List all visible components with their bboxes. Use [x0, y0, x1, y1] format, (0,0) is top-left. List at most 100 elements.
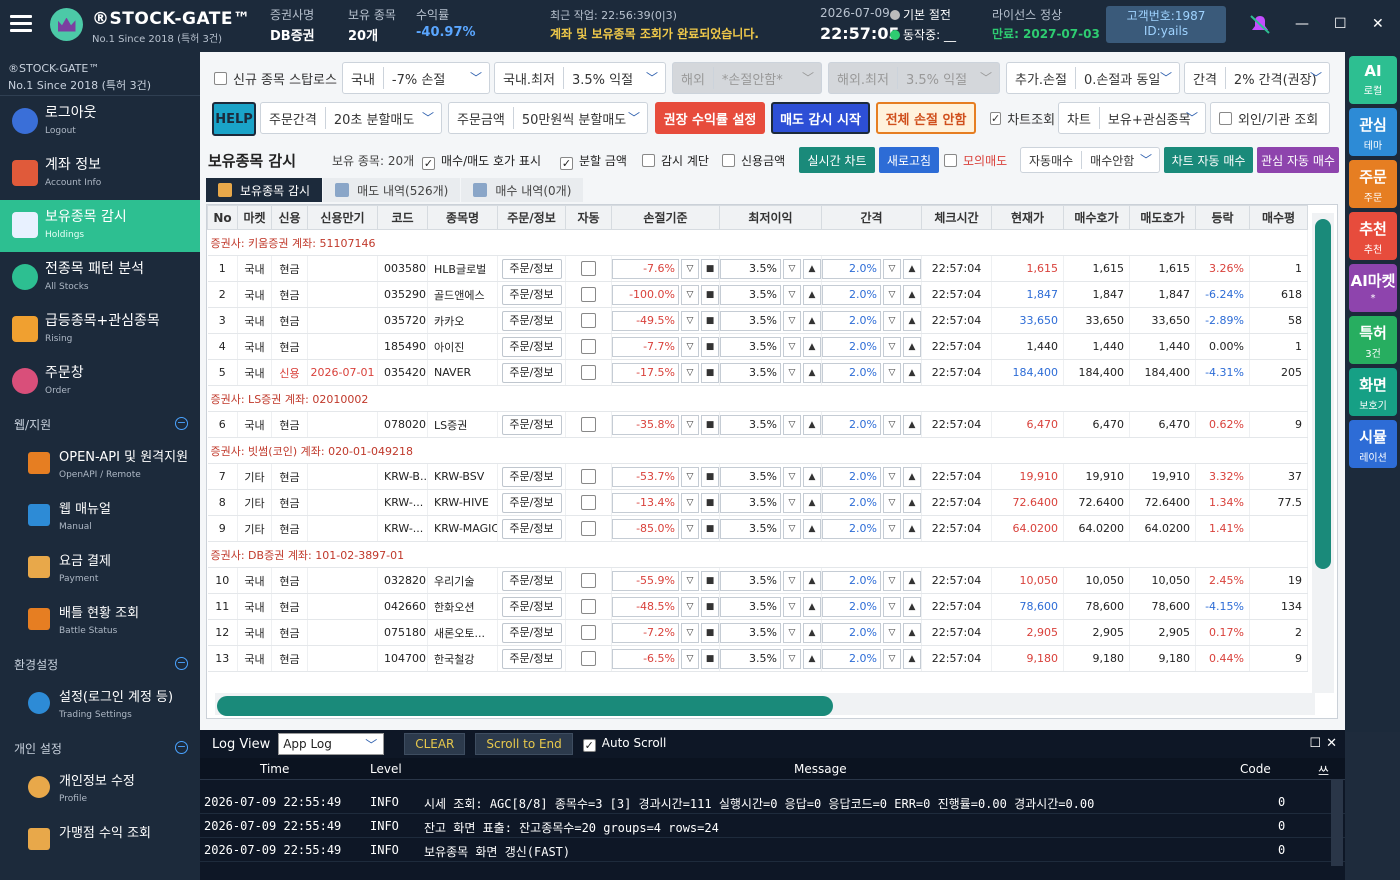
decrement-icon[interactable]: ▽	[783, 622, 801, 643]
column-header[interactable]: 마켓	[237, 205, 272, 230]
decrement-icon[interactable]: ▽	[883, 492, 901, 513]
scroll-thumb[interactable]	[217, 696, 833, 716]
decrement-icon[interactable]: ▽	[681, 284, 699, 305]
table-row[interactable]: 9 기타 현금 KRW-... KRW-MAGIC 주문/정보 -85.0% ▽ ■ 3.5% ▽ ▲…	[207, 515, 1308, 542]
stop-icon[interactable]: ■	[701, 336, 719, 357]
decrement-icon[interactable]: ▽	[883, 622, 901, 643]
table-row[interactable]: 10 국내 현금 032820 우리기술 주문/정보 -55.9% ▽ ■ 3.5% ▽ ▲ 2.0% ▽…	[207, 567, 1308, 594]
min-profit-input[interactable]: 3.5%	[720, 362, 781, 383]
tab-sell-history[interactable]: 매도 내역(526개)	[323, 178, 461, 202]
stop-loss-input[interactable]: -7.7%	[612, 336, 679, 357]
scroll-to-end-button[interactable]: Scroll to End	[475, 733, 573, 755]
table-row[interactable]: 1 국내 현금 003580 HLB글로벌 주문/정보 -7.6% ▽ ■ 3.5% ▽ ▲ 2.0% ▽…	[207, 255, 1308, 282]
auto-checkbox[interactable]	[581, 286, 596, 302]
stop-icon[interactable]: ■	[701, 284, 719, 305]
decrement-icon[interactable]: ▽	[883, 648, 901, 669]
auto-checkbox[interactable]	[581, 494, 596, 510]
auto-checkbox[interactable]	[581, 364, 596, 380]
increment-icon[interactable]: ▲	[903, 596, 921, 617]
log-scrollbar[interactable]	[1331, 780, 1343, 866]
gap-select[interactable]: 간격 2% 간격(권장) ﹀	[1184, 62, 1330, 94]
column-header[interactable]: 등락	[1195, 205, 1250, 230]
sidebar-item-affiliate[interactable]: 가맹점 수익 조회	[0, 816, 200, 868]
decrement-icon[interactable]: ▽	[883, 570, 901, 591]
min-profit-input[interactable]: 3.5%	[720, 284, 781, 305]
gap-input[interactable]: 2.0%	[822, 414, 881, 435]
gap-input[interactable]: 2.0%	[822, 284, 881, 305]
sidebar-item-account[interactable]: 계좌 정보 Account Info	[0, 148, 200, 200]
sidebar-item-battle[interactable]: 배틀 현황 조회 Battle Status	[0, 596, 200, 648]
stop-loss-input[interactable]: -55.9%	[612, 570, 679, 591]
domestic-min-select[interactable]: 국내.최저 3.5% 익절 ﹀	[494, 62, 666, 94]
overseas-min-select[interactable]: 해외.최저 3.5% 익절 ﹀	[828, 62, 1000, 94]
startup-stoploss-checkbox[interactable]: 신규 종목 스탑로스	[206, 62, 340, 94]
maximize-icon[interactable]: ☐	[1334, 16, 1347, 32]
stop-loss-input[interactable]: -35.8%	[612, 414, 679, 435]
increment-icon[interactable]: ▲	[803, 622, 821, 643]
auto-checkbox[interactable]	[581, 338, 596, 354]
decrement-icon[interactable]: ▽	[883, 518, 901, 539]
collapse-icon[interactable]: −	[175, 417, 188, 430]
increment-icon[interactable]: ▲	[803, 336, 821, 357]
order-info-button[interactable]: 주문/정보	[501, 258, 562, 279]
table-row[interactable]: 13 국내 현금 104700 한국철강 주문/정보 -6.5% ▽ ■ 3.5% ▽ ▲ 2.0% ▽ ▲…	[207, 645, 1308, 672]
decrement-icon[interactable]: ▽	[681, 258, 699, 279]
stop-icon[interactable]: ■	[701, 362, 719, 383]
overseas-stop-select[interactable]: 해외 *손절안함* ﹀	[672, 62, 822, 94]
decrement-icon[interactable]: ▽	[681, 518, 699, 539]
decrement-icon[interactable]: ▽	[783, 284, 801, 305]
power-mode[interactable]: 기본 절전	[903, 8, 951, 22]
increment-icon[interactable]: ▲	[903, 414, 921, 435]
horizontal-scrollbar[interactable]	[215, 693, 1315, 716]
column-header[interactable]: No	[207, 205, 238, 230]
increment-icon[interactable]: ▲	[903, 648, 921, 669]
decrement-icon[interactable]: ▽	[883, 466, 901, 487]
column-header[interactable]: 체크시간	[921, 205, 992, 230]
min-profit-input[interactable]: 3.5%	[720, 466, 781, 487]
increment-icon[interactable]: ▲	[903, 362, 921, 383]
min-profit-input[interactable]: 3.5%	[720, 518, 781, 539]
order-info-button[interactable]: 주문/정보	[501, 648, 562, 669]
increment-icon[interactable]: ▲	[903, 570, 921, 591]
stop-loss-input[interactable]: -6.5%	[612, 648, 679, 669]
gap-input[interactable]: 2.0%	[822, 596, 881, 617]
decrement-icon[interactable]: ▽	[783, 414, 801, 435]
show-quote-checkbox[interactable]: ✓ 매수/매도 호가 표시	[422, 152, 541, 170]
stop-icon[interactable]: ■	[701, 518, 719, 539]
order-info-button[interactable]: 주문/정보	[501, 518, 562, 539]
gap-input[interactable]: 2.0%	[822, 258, 881, 279]
increment-icon[interactable]: ▲	[803, 570, 821, 591]
tab-holdings[interactable]: 보유종목 감시	[206, 178, 323, 202]
decrement-icon[interactable]: ▽	[883, 362, 901, 383]
table-row[interactable]: 2 국내 현금 035290 골드앤에스 주문/정보 -100.0% ▽ ■ 3.5% ▽ ▲ 2.0%…	[207, 281, 1308, 308]
increment-icon[interactable]: ▲	[803, 492, 821, 513]
quick-button[interactable]: 추천 추천	[1349, 212, 1397, 260]
decrement-icon[interactable]: ▽	[883, 414, 901, 435]
increment-icon[interactable]: ▲	[903, 310, 921, 331]
quick-button[interactable]: 관심 테마	[1349, 108, 1397, 156]
column-header[interactable]: 매수평	[1249, 205, 1308, 230]
close-icon[interactable]: ✕	[1372, 16, 1384, 32]
decrement-icon[interactable]: ▽	[783, 596, 801, 617]
order-info-button[interactable]: 주문/정보	[501, 622, 562, 643]
log-row[interactable]: 2026-07-09 22:55:49 INFO 잔고 화면 표출: 잔고종목수=2…	[200, 814, 1345, 838]
stop-icon[interactable]: ■	[701, 414, 719, 435]
auto-buy-select[interactable]: 자동매수 매수안함 ﹀	[1020, 147, 1160, 173]
decrement-icon[interactable]: ▽	[681, 596, 699, 617]
decrement-icon[interactable]: ▽	[681, 570, 699, 591]
min-profit-input[interactable]: 3.5%	[720, 258, 781, 279]
table-row[interactable]: 7 기타 현금 KRW-B... KRW-BSV 주문/정보 -53.7% ▽ ■ 3.5% ▽ ▲ 2…	[207, 463, 1308, 490]
sidebar-item-holdings[interactable]: 보유종목 감시 Holdings	[0, 200, 200, 252]
column-header[interactable]: 신용	[271, 205, 308, 230]
table-row[interactable]: 8 기타 현금 KRW-... KRW-HIVE 주문/정보 -13.4% ▽ ■ 3.5% ▽ ▲ 2…	[207, 489, 1308, 516]
stop-icon[interactable]: ■	[701, 622, 719, 643]
order-info-button[interactable]: 주문/정보	[501, 466, 562, 487]
gap-input[interactable]: 2.0%	[822, 570, 881, 591]
auto-checkbox[interactable]	[581, 260, 596, 276]
increment-icon[interactable]: ▲	[803, 284, 821, 305]
column-header[interactable]: 종목명	[427, 205, 498, 230]
stop-icon[interactable]: ■	[701, 648, 719, 669]
decrement-icon[interactable]: ▽	[783, 310, 801, 331]
quick-button[interactable]: 특허 3건	[1349, 316, 1397, 364]
chart-select[interactable]: 차트 보유+관심종목 ﹀	[1058, 102, 1206, 134]
